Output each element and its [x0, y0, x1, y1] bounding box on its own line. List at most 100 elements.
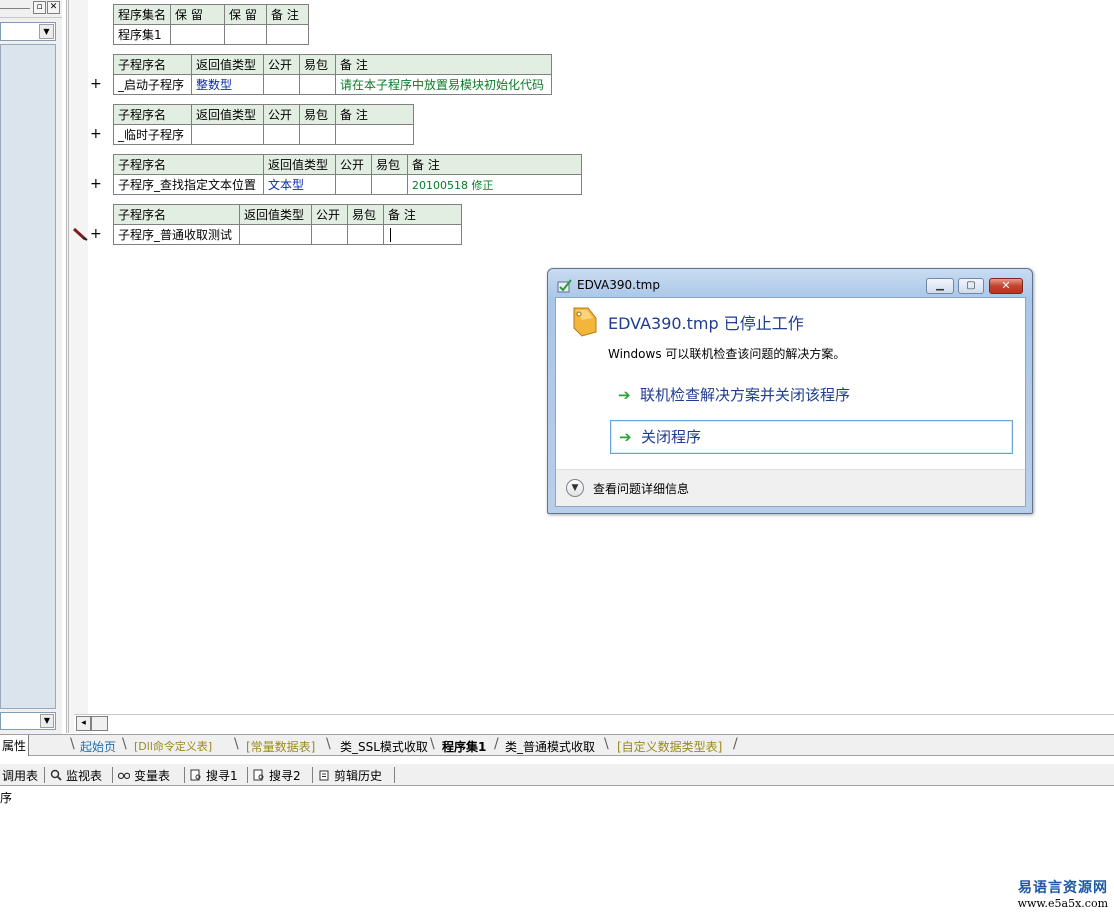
- table-header: 子程序名: [113, 104, 192, 125]
- view-details-link[interactable]: 查看问题详细信息: [593, 480, 689, 497]
- toolbar-divider: [394, 767, 395, 783]
- subroutine-table: 子程序名 返回值类型 公开 易包 备 注 _启动子程序 整数型 请在本子程序中放…: [113, 54, 552, 95]
- scroll-left-icon[interactable]: ◂: [76, 716, 91, 731]
- bottom-toolbar-label: 剪辑历史: [334, 769, 383, 783]
- table-cell[interactable]: [299, 124, 336, 145]
- toolbar-divider: [247, 767, 248, 783]
- search-2-button[interactable]: 搜寻2: [253, 767, 301, 784]
- left-panel-titlebar: ▫ ✕: [0, 0, 62, 18]
- table-cell[interactable]: [224, 24, 268, 45]
- table-cell[interactable]: 请在本子程序中放置易模块初始化代码: [335, 74, 552, 95]
- tab-divider: /: [733, 736, 738, 752]
- document-tab-strip: 属性 \ 起始页 \ [Dll命令定义表] \ [常量数据表] \ 类_SSL模…: [0, 734, 1114, 756]
- dialog-message: Windows 可以联机检查该问题的解决方案。: [608, 347, 846, 361]
- call-table-button[interactable]: 调用表: [2, 767, 38, 784]
- expand-icon[interactable]: +: [90, 227, 102, 241]
- watermark-url: www.e5a5x.com: [1017, 897, 1108, 910]
- table-cell[interactable]: [170, 24, 226, 45]
- table-cell[interactable]: [335, 174, 372, 195]
- bottom-toolbar-label: 搜寻2: [269, 769, 301, 783]
- table-header: 易包: [299, 54, 336, 75]
- left-panel-list[interactable]: [0, 44, 56, 709]
- tab-assembly-1[interactable]: 程序集1: [442, 738, 486, 755]
- table-header: 返回值类型: [239, 204, 312, 225]
- arrow-right-icon: ➔: [618, 386, 631, 404]
- tab-ssl-class[interactable]: 类_SSL模式收取: [340, 738, 428, 755]
- expand-icon[interactable]: +: [90, 77, 102, 91]
- expand-icon[interactable]: +: [90, 177, 102, 191]
- table-cell[interactable]: 文本型: [263, 174, 336, 195]
- check-online-button[interactable]: ➔ 联机检查解决方案并关闭该程序: [610, 379, 1013, 413]
- left-panel: ▫ ✕ ▼ ▼: [0, 0, 62, 735]
- table-cell[interactable]: [299, 74, 336, 95]
- chevron-down-icon[interactable]: ▼: [39, 24, 54, 39]
- table-cell[interactable]: [311, 224, 348, 245]
- tab-properties[interactable]: 属性: [0, 735, 30, 756]
- minimize-button[interactable]: ▁: [926, 278, 954, 294]
- subroutine-table: 子程序名 返回值类型 公开 易包 备 注 _临时子程序: [113, 104, 414, 145]
- table-cell[interactable]: [263, 74, 300, 95]
- close-icon: ✕: [1001, 279, 1011, 292]
- table-cell[interactable]: _启动子程序: [113, 74, 192, 95]
- maximize-button[interactable]: ▢: [958, 278, 984, 294]
- close-icon[interactable]: ✕: [47, 1, 60, 14]
- close-program-button[interactable]: ➔ 关闭程序: [610, 420, 1013, 454]
- table-cell[interactable]: 20100518 修正: [407, 174, 582, 195]
- left-panel-dropdown[interactable]: ▼: [0, 22, 56, 41]
- table-cell[interactable]: [335, 124, 414, 145]
- table-header: 返回值类型: [191, 104, 264, 125]
- tab-dll-commands[interactable]: [Dll命令定义表]: [134, 738, 212, 754]
- table-header: 备 注: [335, 104, 414, 125]
- watermark: 易语言资源网 www.e5a5x.com: [996, 877, 1108, 910]
- close-button[interactable]: ✕: [989, 278, 1023, 294]
- watch-table-button[interactable]: 监视表: [50, 767, 102, 784]
- tab-constants[interactable]: [常量数据表]: [246, 738, 315, 755]
- table-cell[interactable]: 子程序_普通收取测试: [113, 224, 240, 245]
- dialog-footer: ▼ 查看问题详细信息: [556, 469, 1025, 506]
- table-cell[interactable]: [347, 224, 384, 245]
- table-cell[interactable]: [263, 124, 300, 145]
- bottom-toolbar-label: 监视表: [66, 769, 103, 783]
- chevron-down-icon[interactable]: ▼: [40, 714, 54, 728]
- tab-start-page[interactable]: 起始页: [80, 738, 116, 755]
- table-cell[interactable]: [266, 24, 310, 45]
- scroll-thumb[interactable]: [91, 716, 108, 731]
- table-cell[interactable]: [383, 224, 462, 245]
- table-cell[interactable]: 程序集1: [112, 24, 172, 45]
- output-pane[interactable]: 序: [0, 787, 1114, 915]
- output-text: 序: [0, 791, 13, 805]
- minimize-icon: ▁: [936, 280, 944, 291]
- application-icon: [557, 279, 572, 293]
- search-1-button[interactable]: 搜寻1: [190, 767, 238, 784]
- variable-table-button[interactable]: 变量表: [118, 767, 170, 784]
- expand-icon[interactable]: +: [90, 127, 102, 141]
- horizontal-scrollbar[interactable]: ◂: [74, 714, 1114, 732]
- toolbar-divider: [44, 767, 45, 783]
- table-header: 易包: [371, 154, 408, 175]
- chevron-down-icon[interactable]: ▼: [566, 479, 584, 497]
- tab-divider: \: [326, 736, 331, 752]
- table-cell[interactable]: [191, 124, 264, 145]
- clip-history-button[interactable]: 剪辑历史: [318, 767, 382, 784]
- watermark-name: 易语言资源网: [1018, 880, 1108, 896]
- editor-gutter: [66, 0, 88, 733]
- table-header: 程序集名: [112, 4, 172, 25]
- restore-icon[interactable]: ▫: [33, 1, 46, 14]
- table-header: 备 注: [335, 54, 552, 75]
- tab-custom-types[interactable]: [自定义数据类型表]: [617, 738, 722, 755]
- left-panel-bottom-dropdown[interactable]: ▼: [0, 712, 56, 730]
- table-header: 返回值类型: [263, 154, 336, 175]
- command-label: 关闭程序: [641, 428, 702, 446]
- table-header: 易包: [347, 204, 384, 225]
- table-cell[interactable]: 整数型: [191, 74, 264, 95]
- table-cell[interactable]: 子程序_查找指定文本位置: [113, 174, 264, 195]
- table-cell[interactable]: [371, 174, 408, 195]
- table-cell[interactable]: [239, 224, 312, 245]
- document-search-icon: [253, 769, 264, 781]
- tab-normal-class[interactable]: 类_普通模式收取: [505, 738, 595, 755]
- table-header: 公开: [263, 54, 300, 75]
- error-dialog: EDVA390.tmp ▁ ▢ ✕ EDVA390.tmp 已停止工作 Wind…: [547, 268, 1033, 514]
- table-cell[interactable]: _临时子程序: [113, 124, 192, 145]
- dialog-body: EDVA390.tmp 已停止工作 Windows 可以联机检查该问题的解决方案…: [555, 297, 1026, 507]
- table-header: 保 留: [170, 4, 226, 25]
